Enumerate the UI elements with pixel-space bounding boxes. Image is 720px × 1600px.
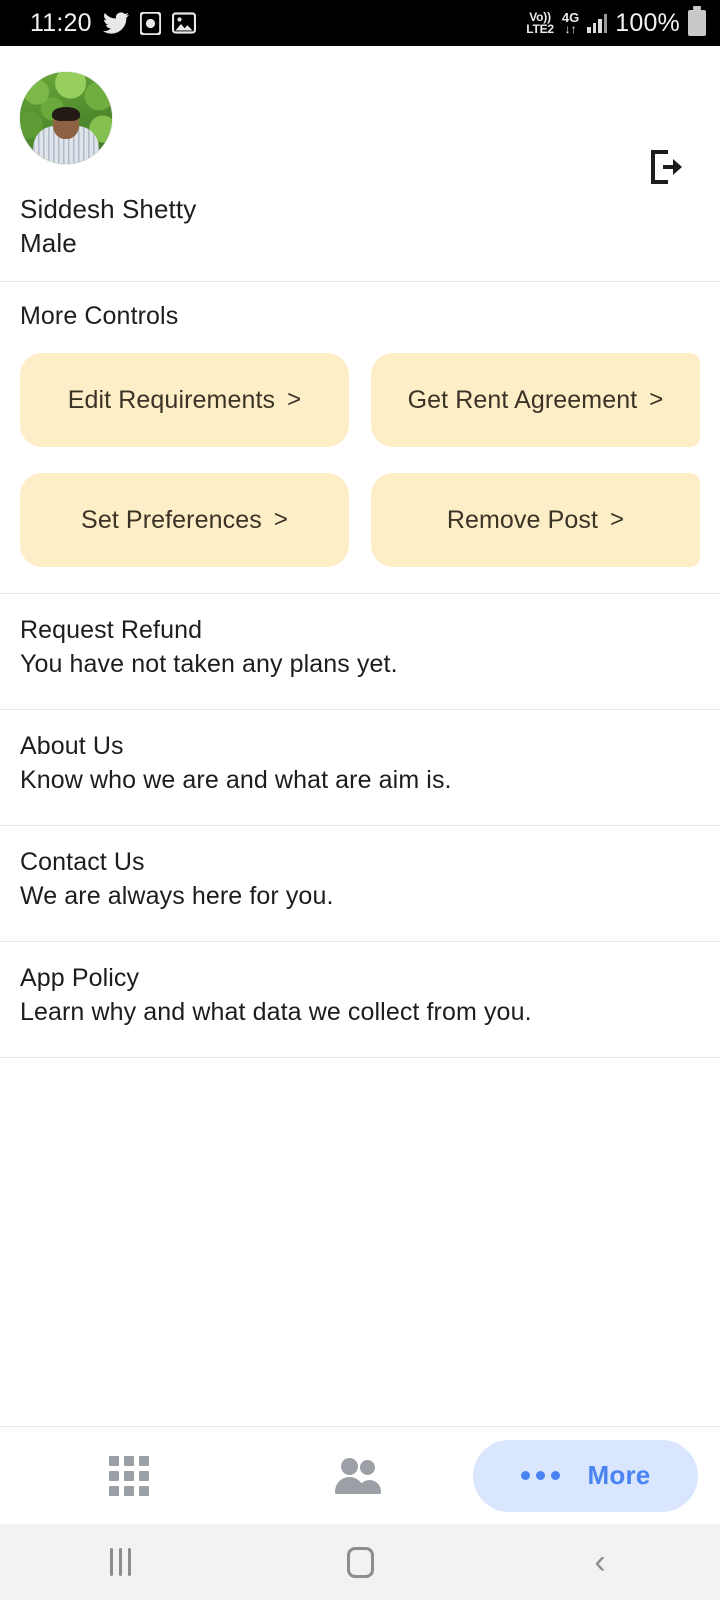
people-icon (333, 1457, 383, 1494)
tab-more-label: More (587, 1460, 651, 1490)
list-item-subtitle: Know who we are and what are aim is. (20, 766, 452, 794)
volte-bottom-label: LTE2 (526, 22, 554, 36)
home-button[interactable] (240, 1546, 480, 1578)
twitter-icon (102, 12, 129, 34)
clock-icon (139, 11, 161, 35)
more-controls-grid: Edit Requirements > Get Rent Agreement >… (0, 353, 720, 567)
list-item-title: Request Refund (20, 616, 203, 644)
profile-name: Siddesh Shetty (20, 194, 197, 224)
chevron-right-icon: > (649, 386, 664, 413)
list-item-title: About Us (20, 732, 124, 760)
list-item-request-refund[interactable]: Request Refund You have not taken any pl… (0, 594, 720, 709)
recents-button[interactable] (0, 1548, 240, 1576)
remove-post-button[interactable]: Remove Post > (371, 473, 700, 567)
tab-more[interactable]: More (473, 1439, 698, 1512)
avatar-person (20, 106, 112, 164)
list-item-subtitle: Learn why and what data we collect from … (20, 998, 532, 1026)
main-content: Siddesh Shetty Male More Controls Edit R… (0, 46, 720, 1426)
edit-requirements-button[interactable]: Edit Requirements > (20, 353, 349, 447)
button-label: Remove Post (446, 505, 599, 534)
battery-full-icon (688, 6, 706, 36)
battery-percent-label: 100% (615, 8, 680, 37)
button-label: Edit Requirements (67, 385, 276, 414)
chevron-right-icon: > (610, 506, 625, 533)
status-bar: 11:20 Vo)) LTE2 4G ↓↑ 100% (0, 0, 720, 46)
more-dots-icon (520, 1471, 560, 1480)
status-clock: 11:20 (30, 8, 92, 37)
home-icon (346, 1546, 374, 1578)
list-item-subtitle: We are always here for you. (20, 882, 334, 910)
avatar-hair (52, 106, 80, 121)
set-preferences-button[interactable]: Set Preferences > (20, 473, 349, 567)
list-item-about-us[interactable]: About Us Know who we are and what are ai… (0, 710, 720, 825)
get-rent-agreement-button[interactable]: Get Rent Agreement > (371, 353, 700, 447)
more-controls-title: More Controls (20, 302, 179, 330)
list-item-title: App Policy (20, 964, 140, 992)
android-system-nav: ‹ (0, 1524, 720, 1600)
back-button[interactable]: ‹ (480, 1545, 720, 1579)
logout-button[interactable] (640, 146, 692, 192)
chevron-right-icon: > (287, 386, 302, 413)
photos-icon (171, 12, 196, 34)
more-controls-section: More Controls Edit Requirements > Get Re… (0, 282, 720, 593)
list-item-title: Contact Us (20, 848, 145, 876)
list-item-app-policy[interactable]: App Policy Learn why and what data we co… (0, 942, 720, 1057)
list-item-subtitle: You have not taken any plans yet. (20, 650, 398, 678)
phone-screen: 11:20 Vo)) LTE2 4G ↓↑ 100% Siddesh Shett… (0, 0, 720, 1600)
bottom-tab-bar: More (0, 1426, 720, 1524)
network-indicator: 4G ↓↑ (562, 11, 579, 35)
recents-icon (109, 1548, 131, 1576)
back-icon: ‹ (594, 1543, 606, 1581)
logout-icon (646, 148, 686, 191)
profile-gender: Male (20, 228, 77, 258)
volte-indicator: Vo)) LTE2 (526, 11, 554, 36)
button-label: Set Preferences (81, 505, 262, 534)
user-avatar[interactable] (20, 72, 112, 164)
signal-bars-icon (587, 13, 608, 33)
button-label: Get Rent Agreement (407, 385, 638, 414)
grid-icon (108, 1455, 149, 1496)
tab-people[interactable] (244, 1440, 474, 1512)
list-item-contact-us[interactable]: Contact Us We are always here for you. (0, 826, 720, 941)
status-bar-right: Vo)) LTE2 4G ↓↑ 100% (526, 6, 706, 38)
tab-explore[interactable] (14, 1440, 244, 1512)
status-bar-left: 11:20 (30, 9, 196, 38)
data-arrows-icon: ↓↑ (564, 22, 577, 36)
chevron-right-icon: > (273, 506, 288, 533)
profile-header: Siddesh Shetty Male (0, 46, 720, 281)
